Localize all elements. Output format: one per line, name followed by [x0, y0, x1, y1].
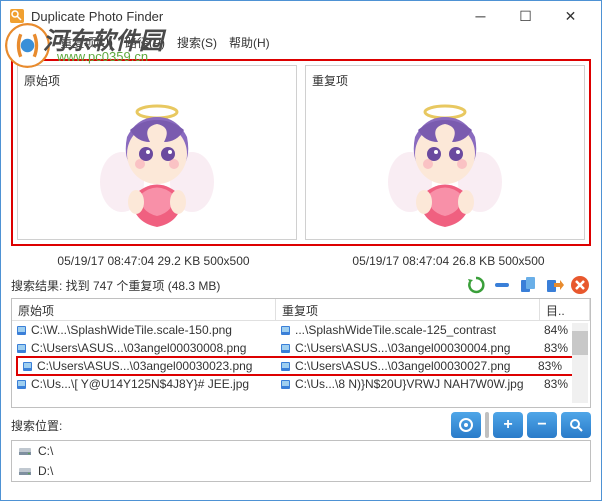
table-row[interactable]: C:\Users\ASUS...\03angel00030023.pngC:\U… — [12, 357, 590, 375]
chibi-image-original — [92, 92, 222, 232]
menu-path[interactable]: 路径(P) — [125, 34, 165, 51]
cell-original: C:\Users\ASUS...\03angel00030008.png — [12, 340, 276, 356]
separator — [485, 412, 489, 438]
drive-icon — [18, 444, 32, 458]
cell-original: C:\W...\SplashWideTile.scale-150.png — [12, 322, 276, 338]
titlebar: Duplicate Photo Finder ─ ☐ ✕ — [1, 1, 601, 31]
refresh-button[interactable] — [465, 274, 487, 296]
app-icon — [9, 8, 25, 24]
preview-area: 原始项 重复项 — [11, 59, 591, 246]
scrollbar-thumb[interactable] — [572, 331, 588, 355]
copy-button[interactable] — [517, 274, 539, 296]
original-label: 原始项 — [24, 72, 290, 89]
maximize-button[interactable]: ☐ — [503, 2, 548, 30]
results-summary: 搜索结果: 找到 747 个重复项 (48.3 MB) — [11, 277, 220, 294]
drive-path: C:\ — [38, 444, 53, 458]
duplicate-label: 重复项 — [312, 72, 578, 89]
col-original[interactable]: 原始项 — [12, 299, 276, 320]
col-match[interactable]: 目.. — [540, 299, 590, 320]
remove-location-button[interactable]: − — [527, 412, 557, 438]
remove-button[interactable] — [491, 274, 513, 296]
table-row[interactable]: C:\W...\SplashWideTile.scale-150.png...\… — [12, 321, 590, 339]
cell-duplicate: C:\Users\ASUS...\03angel00030004.png — [276, 340, 540, 356]
add-location-button[interactable]: + — [493, 412, 523, 438]
locations-label: 搜索位置: — [11, 417, 62, 434]
cell-original: C:\Us...\[ Y@U14Y125N$4J8Y}# JEE.jpg — [12, 376, 276, 392]
chibi-image-duplicate — [380, 92, 510, 232]
results-scrollbar[interactable] — [572, 323, 588, 403]
preview-info-row: 05/19/17 08:47:04 29.2 KB 500x500 05/19/… — [1, 250, 601, 270]
drive-icon — [18, 464, 32, 478]
col-duplicate[interactable]: 重复项 — [276, 299, 540, 320]
cell-duplicate: ...\SplashWideTile.scale-125_contrast — [276, 322, 540, 338]
location-settings-button[interactable] — [451, 412, 481, 438]
duplicate-info: 05/19/17 08:47:04 26.8 KB 500x500 — [306, 254, 591, 268]
results-table: 原始项 重复项 目.. C:\W...\SplashWideTile.scale… — [11, 298, 591, 408]
move-button[interactable] — [543, 274, 565, 296]
menu-help[interactable]: 帮助(H) — [229, 34, 270, 51]
cell-original: C:\Users\ASUS...\03angel00030023.png — [18, 358, 276, 374]
menu-search[interactable]: 搜索(S) — [177, 34, 217, 51]
table-row[interactable]: C:\Users\ASUS...\03angel00030008.pngC:\U… — [12, 339, 590, 357]
original-thumbnail[interactable] — [46, 91, 268, 233]
menu-duplicates[interactable]: 重复项(U) — [60, 34, 113, 51]
menu-file[interactable]: 文件(F) — [9, 34, 48, 51]
cell-duplicate: C:\Us...\8 N)}N$20U}VRWJ NAH7W0W.jpg — [276, 376, 540, 392]
original-info: 05/19/17 08:47:04 29.2 KB 500x500 — [11, 254, 296, 268]
table-row[interactable]: C:\Us...\[ Y@U14Y125N$4J8Y}# JEE.jpgC:\U… — [12, 375, 590, 393]
location-row[interactable]: D:\ — [12, 461, 590, 481]
search-location-button[interactable] — [561, 412, 591, 438]
close-button[interactable]: ✕ — [548, 2, 593, 30]
original-preview-box: 原始项 — [17, 65, 297, 240]
location-row[interactable]: C:\ — [12, 441, 590, 461]
minimize-button[interactable]: ─ — [458, 2, 503, 30]
menubar: 文件(F) 重复项(U) 路径(P) 搜索(S) 帮助(H) — [1, 31, 601, 53]
locations-list: C:\ D:\ — [11, 440, 591, 482]
duplicate-preview-box: 重复项 — [305, 65, 585, 240]
cell-duplicate: C:\Users\ASUS...\03angel00030027.png — [276, 358, 534, 374]
drive-path: D:\ — [38, 464, 53, 478]
duplicate-thumbnail[interactable] — [334, 91, 556, 233]
window-title: Duplicate Photo Finder — [31, 9, 163, 24]
delete-button[interactable] — [569, 274, 591, 296]
